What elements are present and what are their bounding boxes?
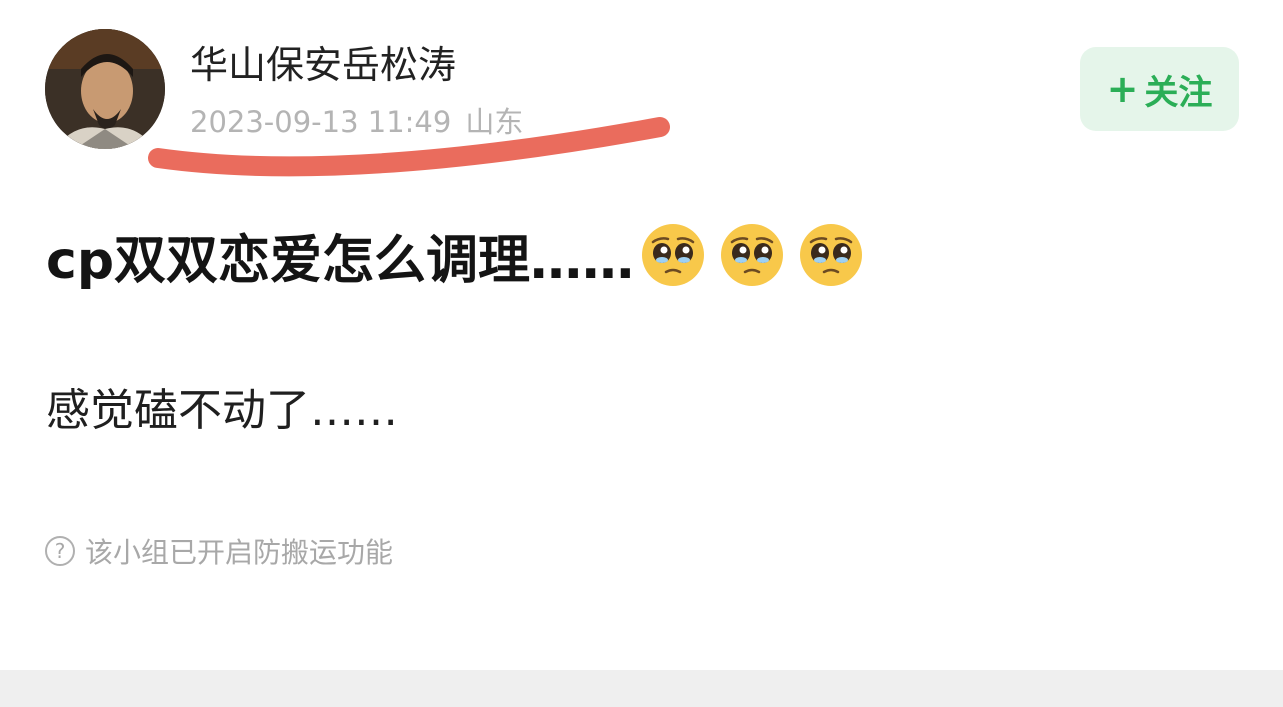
bottom-bar bbox=[0, 670, 1283, 707]
post-meta: 2023-09-13 11:49 山东 bbox=[190, 100, 523, 144]
post-date: 2023-09-13 11:49 bbox=[190, 105, 452, 139]
follow-label: 关注 bbox=[1144, 72, 1213, 113]
anti-repost-notice: ? 该小组已开启防搬运功能 bbox=[45, 531, 393, 571]
post-body: 感觉磕不动了…… bbox=[46, 385, 398, 436]
post-title-text: cp双双恋爱怎么调理…… bbox=[46, 230, 635, 291]
plus-icon: + bbox=[1106, 67, 1139, 111]
pleading-face-emoji-icon bbox=[642, 224, 705, 286]
notice-text: 该小组已开启防搬运功能 bbox=[85, 536, 394, 569]
pleading-face-emoji-icon bbox=[721, 224, 784, 286]
post-location: 山东 bbox=[465, 105, 524, 139]
author-name[interactable]: 华山保安岳松涛 bbox=[190, 38, 456, 92]
post-title: cp双双恋爱怎么调理…… bbox=[46, 220, 877, 291]
post-title-emoji-row bbox=[640, 222, 877, 288]
question-mark-icon[interactable]: ? bbox=[45, 536, 75, 566]
author-avatar[interactable] bbox=[45, 29, 165, 149]
pleading-face-emoji-icon bbox=[800, 224, 863, 286]
follow-button[interactable]: + 关注 bbox=[1080, 47, 1239, 131]
